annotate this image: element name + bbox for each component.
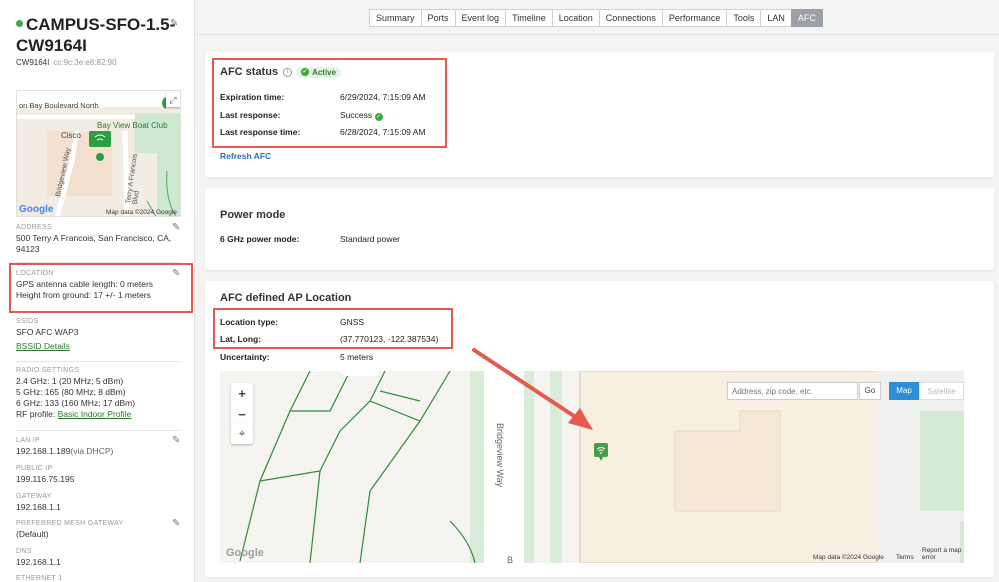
public-ip-value: 199.116.75.195 (16, 474, 75, 484)
zoom-control: + − (231, 383, 253, 426)
map-go-button[interactable]: Go (859, 382, 881, 400)
address-value: 500 Terry A Francois, San Francisco, CA,… (16, 233, 172, 254)
bssid-details-link[interactable]: BSSID Details (16, 341, 70, 351)
public-ip-section: PUBLIC IP 199.116.75.195 (16, 465, 181, 485)
tab-lan[interactable]: LAN (760, 9, 791, 27)
afc-location-title: AFC defined AP Location (220, 292, 352, 304)
ssid-value: SFO AFC WAP3 (16, 327, 79, 337)
tab-afc[interactable]: AFC (790, 9, 823, 27)
tab-bar: Summary Ports Event log Timeline Locatio… (369, 9, 823, 27)
radio-label: RADIO SETTINGS (16, 367, 80, 374)
tab-performance[interactable]: Performance (661, 9, 727, 27)
power-mode-value: Standard power (340, 234, 401, 244)
edit-address-icon[interactable]: ✎ (172, 222, 180, 233)
device-model: CW9164I (16, 58, 50, 67)
power-mode-title: Power mode (220, 209, 286, 221)
zoom-in-button[interactable]: + (231, 383, 253, 404)
rf-profile-link[interactable]: Basic Indoor Profile (58, 409, 132, 419)
mini-map[interactable]: on Bay Boulevard North Bay View Boat Clu… (16, 90, 181, 217)
lan-ip-suffix: (via DHCP) (70, 446, 114, 456)
dns-label: DNS (16, 548, 32, 555)
map-label-boatclub: Bay View Boat Club (97, 121, 168, 130)
address-label: ADDRESS (16, 224, 52, 231)
tab-ports[interactable]: Ports (420, 9, 455, 27)
ssids-label: SSIDS (16, 318, 39, 325)
tab-summary[interactable]: Summary (369, 9, 421, 27)
map-data-attribution: Map data ©2024 Google (813, 554, 884, 561)
ssids-section: SSIDS SFO AFC WAP3 BSSID Details (16, 318, 181, 351)
refresh-afc-link[interactable]: Refresh AFC (220, 151, 271, 161)
mesh-label: PREFERRED MESH GATEWAY (16, 520, 124, 527)
lan-ip-label: LAN IP (16, 437, 40, 444)
ap-location-map[interactable]: + − ⌖ Bridgeview Way B Go Map Satellite … (220, 371, 964, 563)
device-name: CAMPUS-SFO-1.5-CW9164I (16, 15, 176, 55)
map-report-link[interactable]: Report a map error (922, 547, 964, 561)
edit-name-icon[interactable]: ✎ (170, 18, 178, 29)
power-mode-card: Power mode 6 GHz power mode: Standard po… (205, 188, 994, 270)
rf-profile-label: RF profile: (16, 409, 56, 419)
zoom-out-button[interactable]: − (231, 404, 253, 425)
google-logo: Google (19, 204, 54, 215)
fullscreen-icon[interactable]: ⤢ (166, 93, 180, 107)
map-view-button[interactable]: Map (889, 382, 919, 400)
gateway-section: GATEWAY 192.168.1.1 (16, 493, 181, 513)
map-label-cisco: Cisco (61, 131, 82, 140)
map-terms-link[interactable]: Terms (896, 554, 914, 561)
map-label-street: on Bay Boulevard North (19, 101, 99, 110)
tab-event-log[interactable]: Event log (454, 9, 506, 27)
satellite-view-button[interactable]: Satellite (919, 382, 964, 400)
ethernet-section: ETHERNET 1 (16, 575, 181, 582)
map-google-logo: Google (226, 547, 264, 559)
radio-6ghz: 6 GHz: 133 (160 MHz; 17 dBm) (16, 398, 136, 408)
ap-marker-icon[interactable] (594, 443, 608, 463)
location-highlight-box (9, 263, 193, 313)
lan-ip-section: LAN IP 192.168.1.189(via DHCP) (16, 437, 181, 457)
dns-section: DNS 192.168.1.1 (16, 548, 181, 568)
tab-location[interactable]: Location (551, 9, 599, 27)
map-search-input[interactable] (727, 382, 858, 400)
tab-timeline[interactable]: Timeline (505, 9, 552, 27)
uncertainty-value: 5 meters (340, 352, 374, 362)
map-attribution: Map data ©2024 Google (106, 209, 177, 216)
dns-value: 192.168.1.1 (16, 557, 61, 567)
device-sidebar: CAMPUS-SFO-1.5-CW9164I ✎ CW9164I cc:9c:3e… (0, 0, 195, 582)
radio-24ghz: 2.4 GHz: 1 (20 MHz; 5 dBm) (16, 376, 124, 386)
map-street-label: Bridgeview Way (495, 423, 505, 488)
public-ip-label: PUBLIC IP (16, 465, 53, 472)
tab-tools[interactable]: Tools (726, 9, 761, 27)
status-dot (16, 20, 23, 28)
location-details-highlight-box (213, 308, 453, 349)
gateway-label: GATEWAY (16, 493, 52, 500)
device-mac: cc:9c:3e:e8:82:90 (53, 58, 117, 67)
map-street-label-partial: B (507, 555, 514, 563)
address-section: ADDRESS 500 Terry A Francois, San Franci… (16, 224, 181, 255)
mesh-value: (Default) (16, 529, 49, 539)
radio-5ghz: 5 GHz: 165 (80 MHz; 8 dBm) (16, 387, 126, 397)
map-tab-stub (340, 364, 380, 376)
radio-section: RADIO SETTINGS 2.4 GHz: 1 (20 MHz; 5 dBm… (16, 367, 181, 420)
power-mode-label: 6 GHz power mode: (220, 234, 300, 244)
uncertainty-label: Uncertainty: (220, 352, 270, 362)
edit-mesh-icon[interactable]: ✎ (172, 518, 180, 529)
afc-status-highlight-box (212, 58, 447, 148)
tab-connections[interactable]: Connections (598, 9, 662, 27)
mesh-section: PREFERRED MESH GATEWAY (Default) (16, 520, 181, 540)
my-location-icon[interactable]: ⌖ (231, 424, 253, 444)
lan-ip-value: 192.168.1.189 (16, 446, 71, 456)
edit-lan-ip-icon[interactable]: ✎ (172, 435, 180, 446)
gateway-value: 192.168.1.1 (16, 502, 61, 512)
device-subtitle: CW9164I cc:9c:3e:e8:82:90 (16, 58, 117, 67)
ethernet-label: ETHERNET 1 (16, 575, 63, 582)
